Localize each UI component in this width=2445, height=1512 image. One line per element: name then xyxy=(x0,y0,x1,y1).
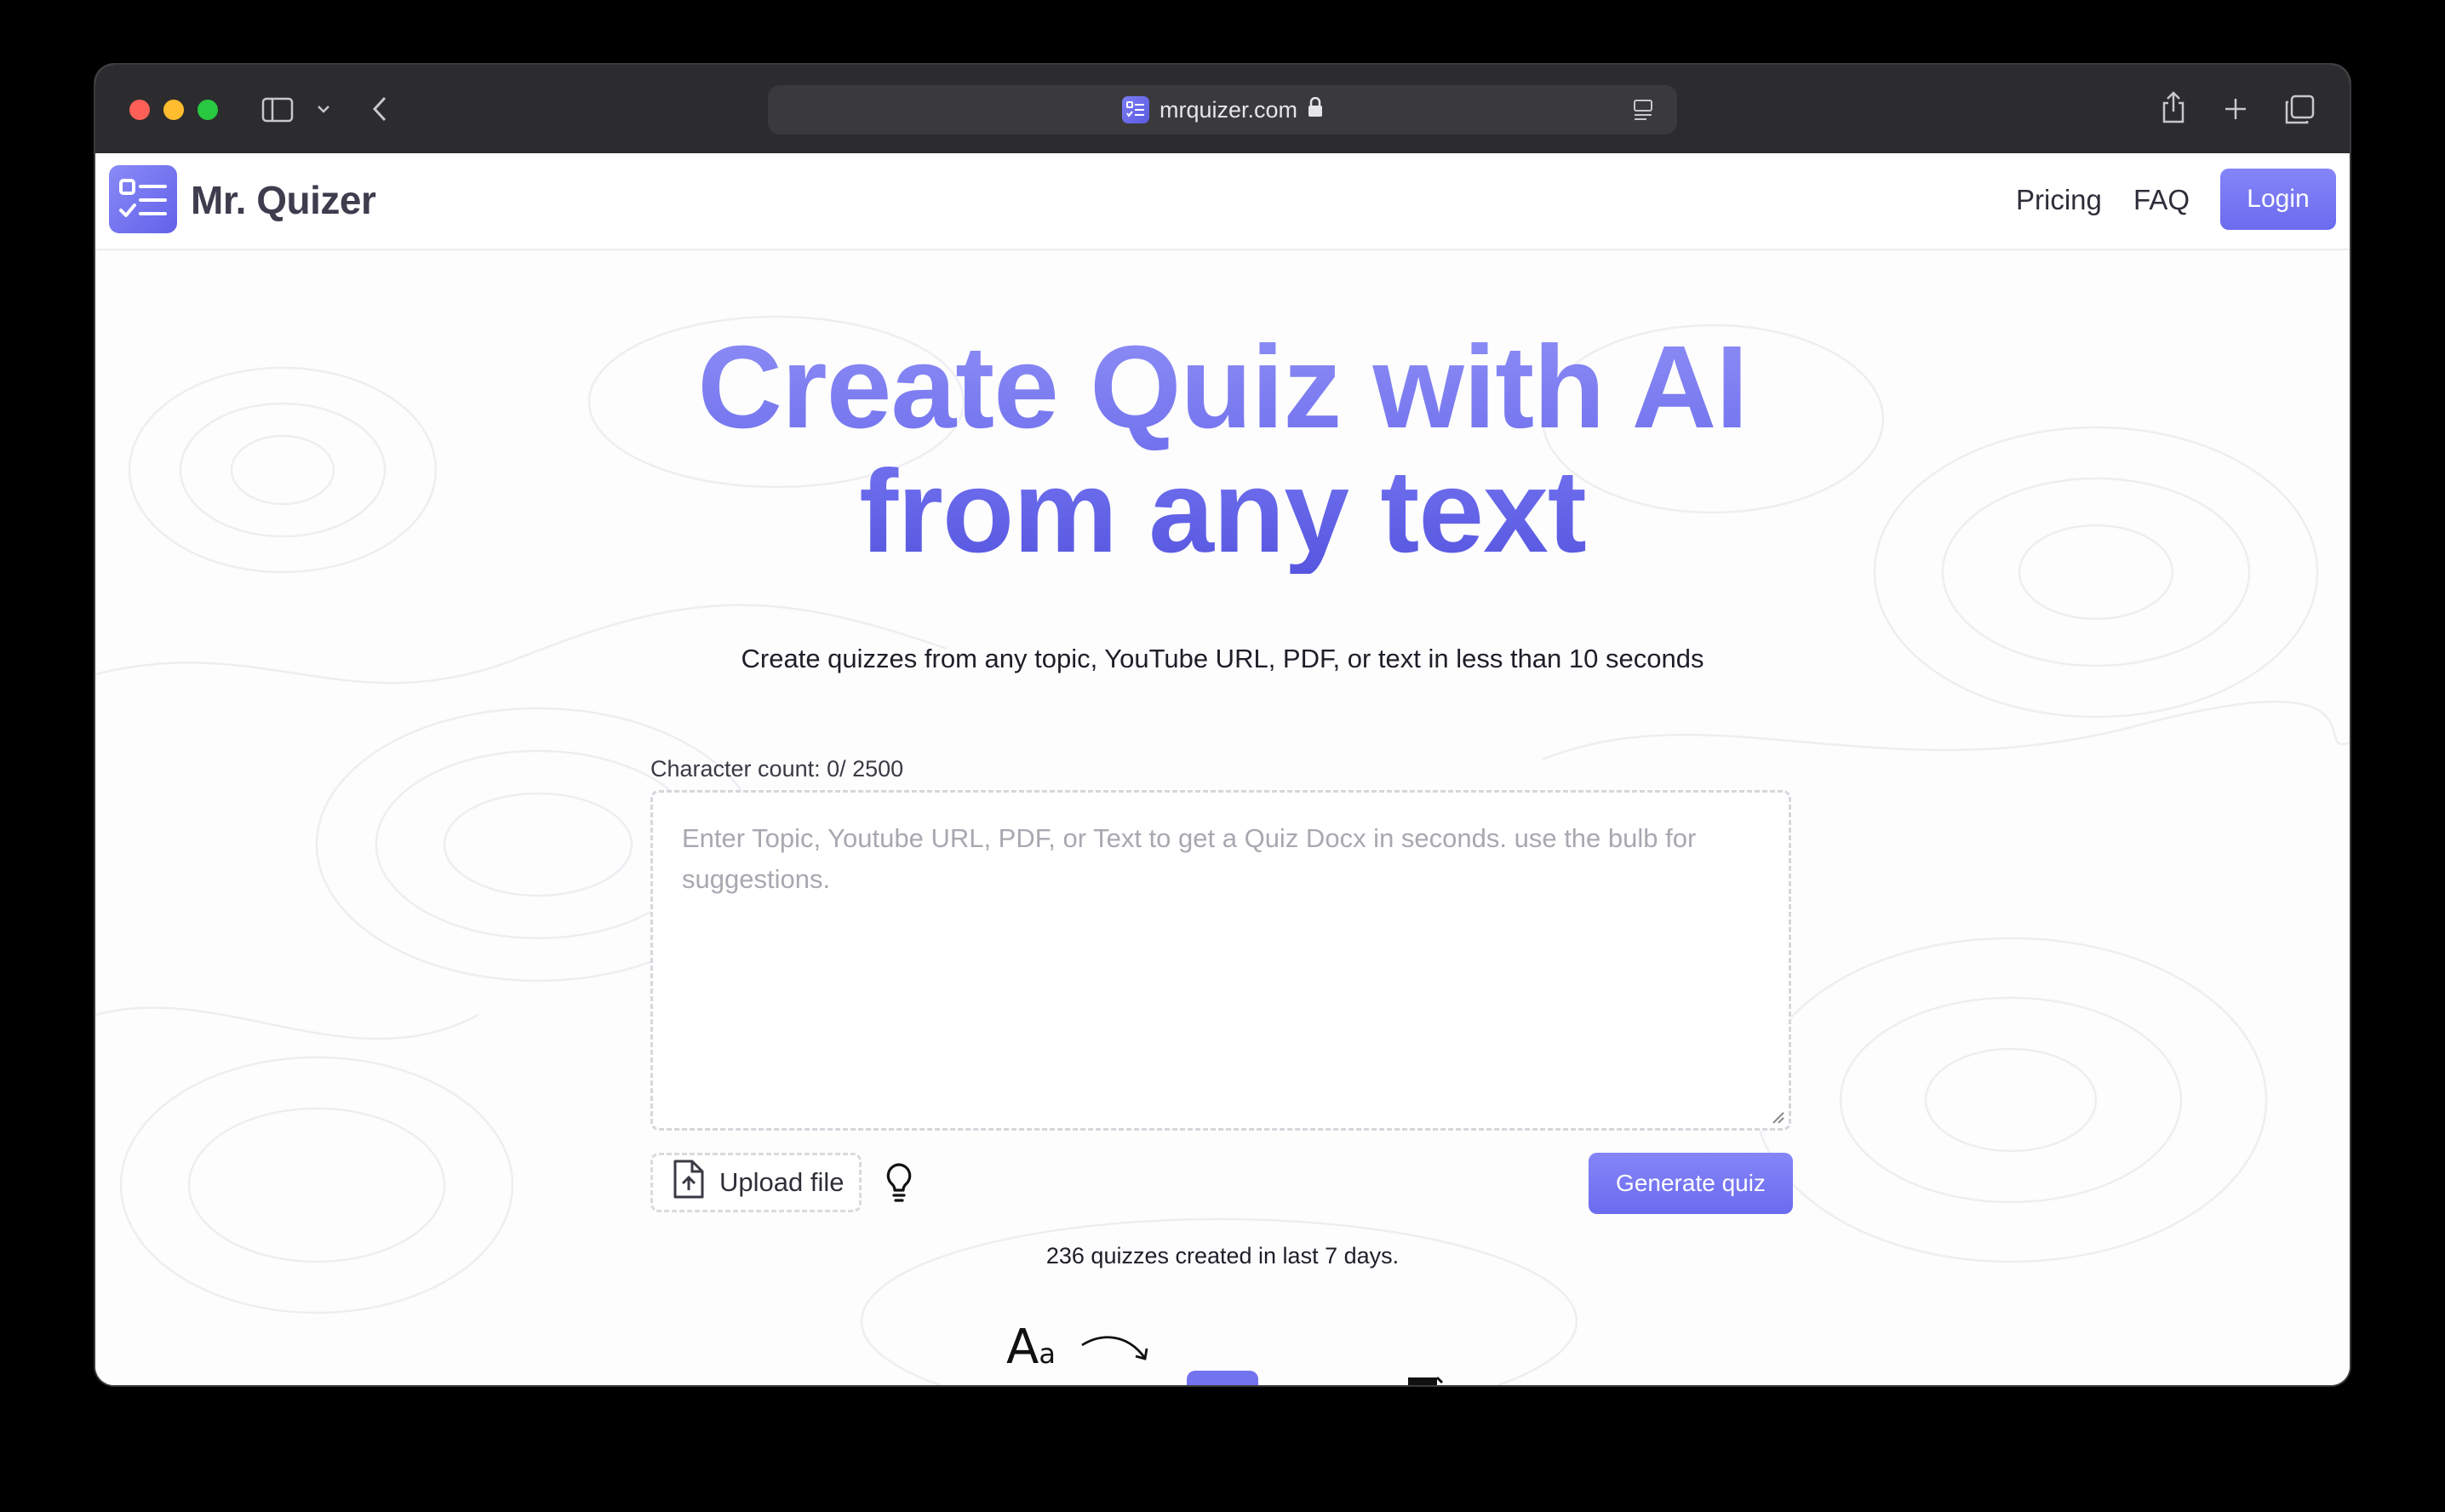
tabs-overview-icon[interactable] xyxy=(2283,94,2316,126)
back-icon[interactable] xyxy=(369,94,390,124)
main-content: Create Quiz with AI from any text Create… xyxy=(95,249,2350,1385)
font-icon: Aa xyxy=(1006,1320,1056,1375)
login-button[interactable]: Login xyxy=(2220,169,2336,230)
reader-icon[interactable] xyxy=(1631,97,1655,123)
quiz-text-input[interactable] xyxy=(653,793,1789,1128)
document-icon xyxy=(1408,1376,1444,1385)
quiz-stats-text: 236 quizzes created in last 7 days. xyxy=(1045,1243,1400,1269)
nav-pricing-link[interactable]: Pricing xyxy=(2016,184,2102,216)
generate-quiz-button[interactable]: Generate quiz xyxy=(1589,1153,1793,1214)
hero-subtitle: Create quizzes from any topic, YouTube U… xyxy=(741,644,1704,673)
site-header: Mr. Quizer Pricing FAQ Login xyxy=(95,153,2350,250)
quiz-input-container xyxy=(650,790,1791,1131)
resize-handle-icon[interactable] xyxy=(1770,1109,1785,1125)
font-icon-large-a: A xyxy=(1006,1320,1039,1375)
hero-title-line-2: from any text xyxy=(859,446,1586,577)
font-icon-small-a: a xyxy=(1039,1337,1056,1370)
hero-title-line-1: Create Quiz with AI xyxy=(697,322,1748,453)
quiz-logo-chip xyxy=(1187,1371,1258,1385)
new-tab-icon[interactable] xyxy=(2222,95,2249,123)
zoom-window-button[interactable] xyxy=(198,100,218,120)
address-bar[interactable]: mrquizer.com xyxy=(768,85,1677,135)
file-upload-icon xyxy=(672,1160,704,1206)
logo-icon[interactable] xyxy=(109,165,177,233)
upload-file-button[interactable]: Upload file xyxy=(650,1153,862,1212)
upload-file-label: Upload file xyxy=(719,1167,845,1197)
site-favicon-icon xyxy=(1121,96,1149,123)
lock-icon xyxy=(1308,96,1323,123)
brand-name[interactable]: Mr. Quizer xyxy=(191,177,376,223)
close-window-button[interactable] xyxy=(129,100,150,120)
minimize-window-button[interactable] xyxy=(163,100,184,120)
lightbulb-icon[interactable] xyxy=(882,1161,916,1204)
chevron-down-icon[interactable] xyxy=(315,100,332,117)
hero-title: Create Quiz with AI from any text xyxy=(95,325,2350,574)
sidebar-icon[interactable] xyxy=(261,95,295,124)
browser-toolbar: mrquizer.com xyxy=(95,65,2350,155)
url-text: mrquizer.com xyxy=(1159,96,1298,123)
curved-arrow-icon xyxy=(1081,1336,1148,1360)
nav-faq-link[interactable]: FAQ xyxy=(2133,184,2190,216)
share-icon[interactable] xyxy=(2159,89,2188,126)
character-count: Character count: 0/ 2500 xyxy=(650,756,904,782)
browser-window: mrquizer.com Mr. Quizer Pricing FAQ Logi… xyxy=(95,65,2350,1385)
